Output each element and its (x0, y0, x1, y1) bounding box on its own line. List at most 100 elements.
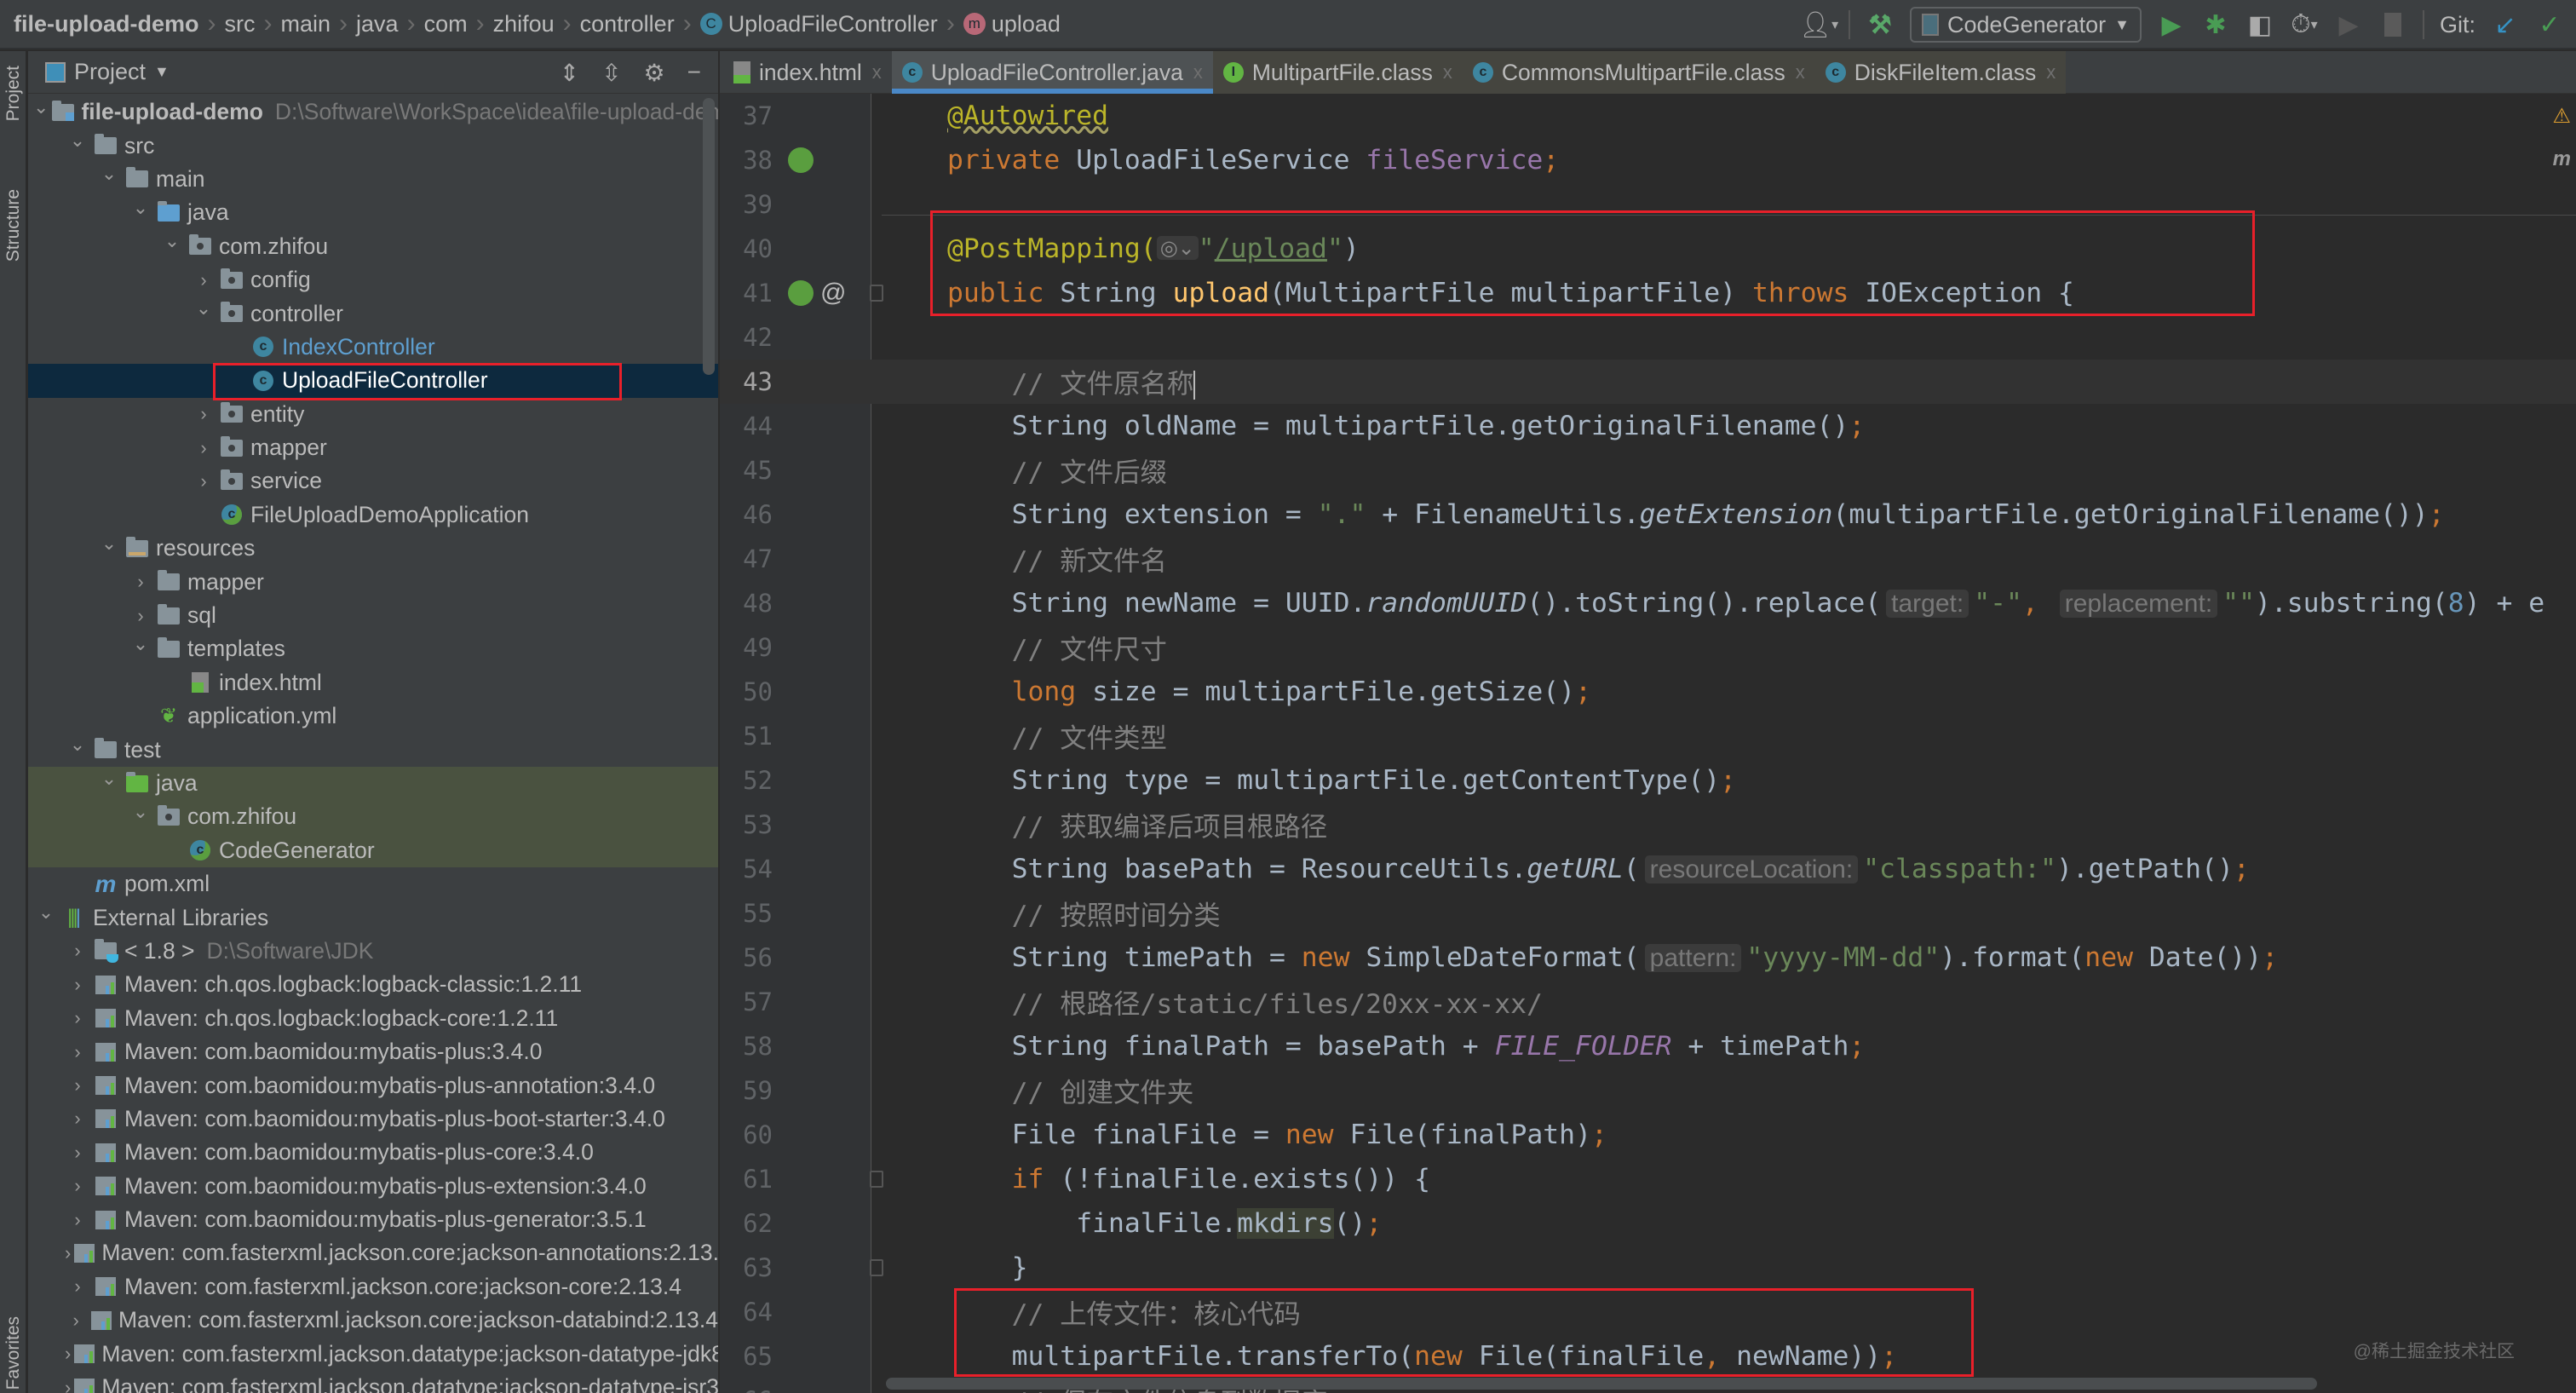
tree-item-maven-ch-qos-logback-logback-core-1-2-11[interactable]: › Maven: ch.qos.logback:logback-core:1.2.… (28, 1002, 718, 1035)
chevron-right-icon[interactable]: › (65, 1242, 71, 1264)
tab-commonsmultipartfile-class[interactable]: c CommonsMultipartFile.class x (1462, 51, 1815, 94)
chevron-right-icon[interactable]: › (65, 1108, 90, 1130)
run-icon[interactable]: ▶ (2157, 10, 2186, 39)
user-icon[interactable]: 👤︎ ▾ (1799, 10, 1838, 39)
chevron-down-icon[interactable]: ⌄ (96, 768, 122, 790)
editor-horizontal-scrollbar[interactable] (886, 1378, 2317, 1390)
tree-item-mapper[interactable]: › mapper (28, 431, 718, 464)
chevron-right-icon[interactable]: › (65, 974, 90, 996)
fold-marker-icon[interactable] (870, 285, 883, 302)
tree-item-maven-com-baomidou-mybatis-plus-extension-3-4-0[interactable]: › Maven: com.baomidou:mybatis-plus-extens… (28, 1170, 718, 1203)
tree-item-index-html[interactable]: index.html (28, 666, 718, 699)
chevron-right-icon[interactable]: › (191, 269, 216, 291)
tree-item-java[interactable]: ⌄ java (28, 196, 718, 229)
chevron-right-icon[interactable]: › (191, 437, 216, 459)
chevron-right-icon[interactable]: › (191, 470, 216, 492)
tree-item-file-upload-demo[interactable]: ⌄ file-upload-demo D:\Software\WorkSpace\i… (28, 95, 718, 129)
tree-item-mapper[interactable]: › mapper (28, 565, 718, 598)
annotation-at-icon[interactable]: @ (820, 279, 846, 308)
tree-item-maven-com-fasterxml-jackson-datatype-jackson-datatype-jsr310[interactable]: › Maven: com.fasterxml.jackson.datatype:j… (28, 1371, 718, 1393)
close-icon[interactable]: x (1443, 61, 1452, 83)
chevron-right-icon[interactable]: › (128, 605, 153, 627)
breadcrumb-item[interactable]: file-upload-demo (0, 11, 204, 37)
build-hammer-icon[interactable]: ⚒︎ (1866, 10, 1895, 39)
close-icon[interactable]: x (1796, 61, 1805, 83)
chevron-right-icon[interactable]: › (65, 1310, 87, 1332)
debug-bug-icon[interactable]: ✱ (2201, 10, 2230, 39)
chevron-right-icon[interactable]: › (128, 571, 153, 593)
tree-item-maven-com-fasterxml-jackson-core-jackson-core-2-13-4[interactable]: › Maven: com.fasterxml.jackson.core:jacks… (28, 1270, 718, 1304)
spring-bean-icon[interactable] (788, 147, 814, 173)
run-with-coverage-icon[interactable]: ◧ (2245, 10, 2274, 39)
tree-item-maven-com-baomidou-mybatis-plus-boot-starter-3-4-0[interactable]: › Maven: com.baomidou:mybatis-plus-boot-s… (28, 1102, 718, 1136)
tree-item-maven-com-baomidou-mybatis-plus-core-3-4-0[interactable]: › Maven: com.baomidou:mybatis-plus-core:3… (28, 1136, 718, 1169)
tree-item-entity[interactable]: › entity (28, 398, 718, 431)
tree-item-maven-ch-qos-logback-logback-classic-1-2-11[interactable]: › Maven: ch.qos.logback:logback-classic:1… (28, 968, 718, 1001)
tab-index-html[interactable]: index.html x (723, 51, 892, 94)
tree-item-main[interactable]: ⌄ main (28, 163, 718, 196)
tree-item-com-zhifou[interactable]: ⌄ com.zhifou (28, 230, 718, 263)
chevron-down-icon[interactable]: ⌄ (128, 197, 153, 219)
chevron-right-icon[interactable]: › (65, 1377, 71, 1393)
maven-m-icon[interactable]: m (2553, 147, 2571, 171)
expand-all-icon[interactable]: ⇕ (560, 59, 579, 87)
collapse-all-icon[interactable]: ⇳ (601, 59, 621, 87)
run-configuration-select[interactable]: CodeGenerator ▼ (1910, 7, 2142, 43)
chevron-down-icon[interactable]: ▼ (154, 63, 170, 81)
chevron-down-icon[interactable]: ⌄ (65, 130, 90, 152)
breadcrumb-item[interactable]: java (351, 11, 404, 37)
chevron-right-icon[interactable]: › (65, 1343, 71, 1365)
chevron-down-icon[interactable]: ⌄ (33, 901, 59, 924)
tree-item-application-yml[interactable]: ❦ application.yml (28, 699, 718, 733)
chevron-down-icon[interactable]: ⌄ (33, 96, 49, 118)
tree-item-maven-com-fasterxml-jackson-core-jackson-annotations-2-13-4[interactable]: › Maven: com.fasterxml.jackson.core:jacks… (28, 1236, 718, 1269)
tree-item-test[interactable]: ⌄ test (28, 733, 718, 766)
chevron-down-icon[interactable]: ⌄ (159, 230, 185, 252)
spring-web-endpoint-icon[interactable] (788, 280, 814, 306)
breadcrumb-item[interactable]: main (276, 11, 336, 37)
project-tree-scrollbar[interactable] (703, 98, 715, 375)
profile-icon[interactable]: ⏱︎ ▾ (2290, 10, 2319, 39)
breadcrumb-item[interactable]: controller (575, 11, 680, 37)
chevron-down-icon[interactable]: ⌄ (128, 633, 153, 655)
breadcrumb-item[interactable]: src (220, 11, 261, 37)
tree-item-service[interactable]: › service (28, 464, 718, 498)
tab-multipartfile-class[interactable]: I MultipartFile.class x (1212, 51, 1463, 94)
chevron-right-icon[interactable]: › (65, 1007, 90, 1029)
tree-item-maven-com-baomidou-mybatis-plus-3-4-0[interactable]: › Maven: com.baomidou:mybatis-plus:3.4.0 (28, 1035, 718, 1068)
chevron-right-icon[interactable]: › (65, 1209, 90, 1231)
tree-item-codegenerator[interactable]: c CodeGenerator (28, 833, 718, 867)
structure-tool-tab[interactable]: Structure (3, 189, 24, 262)
breadcrumb-item[interactable]: m upload (958, 11, 1066, 37)
tree-item-pom-xml[interactable]: m pom.xml (28, 867, 718, 901)
tree-item-maven-com-fasterxml-jackson-datatype-jackson-datatype-jdk8[interactable]: › Maven: com.fasterxml.jackson.datatype:j… (28, 1337, 718, 1370)
favorites-tool-tab[interactable]: Favorites (3, 1316, 24, 1390)
tree-item-maven-com-baomidou-mybatis-plus-annotation-3-4-0[interactable]: › Maven: com.baomidou:mybatis-plus-annota… (28, 1068, 718, 1102)
chevron-right-icon[interactable]: › (65, 940, 90, 962)
fold-marker-icon[interactable] (870, 1259, 883, 1276)
git-update-icon[interactable]: ↙ (2491, 10, 2520, 39)
chevron-right-icon[interactable]: › (65, 1041, 90, 1063)
tree-item-controller[interactable]: ⌄ controller (28, 296, 718, 330)
tree-item-templates[interactable]: ⌄ templates (28, 632, 718, 665)
chevron-right-icon[interactable]: › (65, 1275, 90, 1298)
chevron-down-icon[interactable]: ⌄ (128, 801, 153, 823)
tree-item-external-libraries[interactable]: ⌄ ||| | External Libraries (28, 901, 718, 934)
close-icon[interactable]: x (872, 61, 882, 83)
project-tool-tab[interactable]: Project (3, 66, 24, 121)
chevron-down-icon[interactable]: ⌄ (96, 163, 122, 185)
chevron-right-icon[interactable]: › (191, 403, 216, 425)
tree-item-com-zhifou[interactable]: ⌄ com.zhifou (28, 800, 718, 834)
breadcrumb-item[interactable]: zhifou (488, 11, 560, 37)
tree-item-config[interactable]: › config (28, 263, 718, 296)
warning-icon[interactable]: ⚠ (2552, 104, 2571, 129)
tree-item-sql[interactable]: › sql (28, 599, 718, 632)
tree-item-indexcontroller[interactable]: c IndexController (28, 331, 718, 364)
tree-item-src[interactable]: ⌄ src (28, 129, 718, 162)
chevron-down-icon[interactable]: ⌄ (65, 734, 90, 756)
breadcrumb-item[interactable]: C UploadFileController (695, 11, 943, 37)
chevron-down-icon[interactable]: ⌄ (96, 532, 122, 555)
tree-item-java[interactable]: ⌄ java (28, 766, 718, 801)
chevron-right-icon[interactable]: › (65, 1175, 90, 1197)
chevron-down-icon[interactable]: ⌄ (191, 297, 216, 319)
